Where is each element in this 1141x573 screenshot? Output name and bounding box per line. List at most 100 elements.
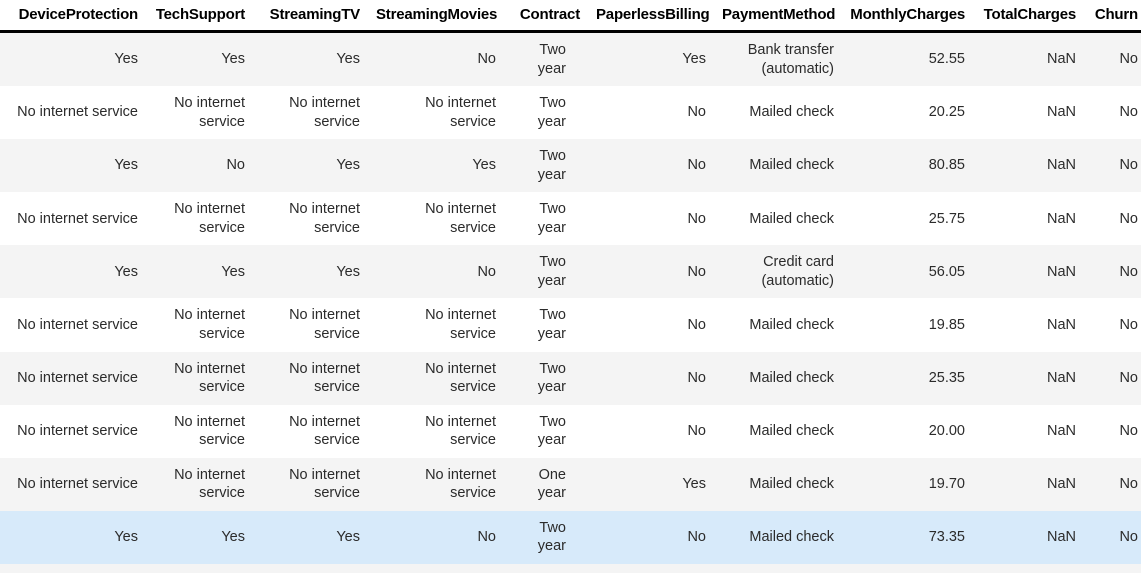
column-header-totalcharges[interactable]: TotalCharges bbox=[973, 0, 1084, 33]
cell-contract: Two year bbox=[504, 510, 588, 564]
cell-paperlessbilling: No bbox=[588, 245, 714, 299]
cell-paperlessbilling: Yes bbox=[588, 563, 714, 573]
cell-paymentmethod: Mailed check bbox=[714, 510, 842, 564]
cell-totalcharges: NaN bbox=[973, 404, 1084, 458]
cell-deviceprotection: No internet service bbox=[0, 457, 146, 511]
cell-deviceprotection: No internet service bbox=[0, 86, 146, 140]
column-header-deviceprotection[interactable]: DeviceProtection bbox=[0, 0, 146, 33]
cell-deviceprotection: No internet service bbox=[0, 298, 146, 352]
cell-streamingtv: No internet service bbox=[253, 86, 368, 140]
table-row[interactable]: No internet service No internet service No… bbox=[0, 404, 1141, 458]
column-header-paperlessbilling[interactable]: PaperlessBilling bbox=[588, 0, 714, 33]
table-row[interactable]: NoYesNoNoTwo yearYesBank transfer (autom… bbox=[0, 563, 1141, 573]
column-header-monthlycharges[interactable]: MonthlyCharges bbox=[842, 0, 973, 33]
table-row[interactable]: No internet service No internet service No… bbox=[0, 457, 1141, 511]
cell-monthlycharges: 61.90 bbox=[842, 563, 973, 573]
cell-paperlessbilling: No bbox=[588, 139, 714, 193]
cell-paymentmethod: Mailed check bbox=[714, 192, 842, 246]
cell-paymentmethod: Mailed check bbox=[714, 139, 842, 193]
column-header-techsupport[interactable]: TechSupport bbox=[146, 0, 253, 33]
table-row[interactable]: Yes Yes Yes No Two year No Credit card (automa… bbox=[0, 245, 1141, 299]
cell-contract: Two year bbox=[504, 404, 588, 458]
column-header-streamingtv[interactable]: StreamingTV bbox=[253, 0, 368, 33]
cell-totalcharges: NaN bbox=[973, 86, 1084, 140]
cell-monthlycharges: 19.85 bbox=[842, 298, 973, 352]
table-row[interactable]: No internet service No internet service No… bbox=[0, 351, 1141, 405]
table-row[interactable]: No internet service No internet service No… bbox=[0, 192, 1141, 246]
cell-streamingtv: No internet service bbox=[253, 192, 368, 246]
cell-streamingmovies: No bbox=[368, 563, 504, 573]
cell-streamingmovies: No internet service bbox=[368, 192, 504, 246]
cell-streamingtv: No internet service bbox=[253, 298, 368, 352]
cell-totalcharges: NaN bbox=[973, 351, 1084, 405]
cell-paymentmethod: Mailed check bbox=[714, 404, 842, 458]
cell-monthlycharges: 19.70 bbox=[842, 457, 973, 511]
table-row[interactable]: No internet service No internet service No… bbox=[0, 86, 1141, 140]
cell-paymentmethod: Bank transfer (automatic) bbox=[714, 563, 842, 573]
cell-monthlycharges: 73.35 bbox=[842, 510, 973, 564]
cell-contract: Two year bbox=[504, 31, 588, 87]
cell-streamingtv: Yes bbox=[253, 510, 368, 564]
column-header-paymentmethod[interactable]: PaymentMethod bbox=[714, 0, 842, 33]
cell-streamingtv: No internet service bbox=[253, 457, 368, 511]
cell-paperlessbilling: Yes bbox=[588, 31, 714, 87]
table-row[interactable]: Yes No Yes Yes Two year No Mailed check 80.85 Na… bbox=[0, 139, 1141, 193]
cell-contract: Two year bbox=[504, 351, 588, 405]
cell-churn: No bbox=[1084, 298, 1141, 352]
cell-churn: No bbox=[1084, 351, 1141, 405]
cell-streamingmovies: No internet service bbox=[368, 298, 504, 352]
cell-paperlessbilling: No bbox=[588, 86, 714, 140]
cell-streamingmovies: No bbox=[368, 245, 504, 299]
table-body: Yes Yes Yes No Two year Yes Bank transfer (aut… bbox=[0, 31, 1141, 573]
cell-paperlessbilling: No bbox=[588, 351, 714, 405]
cell-contract: Two year bbox=[504, 139, 588, 193]
cell-churn: No bbox=[1084, 245, 1141, 299]
cell-totalcharges: NaN bbox=[973, 298, 1084, 352]
cell-techsupport: No internet service bbox=[146, 457, 253, 511]
cell-paymentmethod: Mailed check bbox=[714, 86, 842, 140]
cell-churn: No bbox=[1084, 31, 1141, 87]
dataframe-table-container[interactable]: DeviceProtection TechSupport StreamingTV… bbox=[0, 0, 1141, 573]
cell-streamingtv: Yes bbox=[253, 245, 368, 299]
cell-techsupport: No internet service bbox=[146, 298, 253, 352]
cell-contract: Two year bbox=[504, 86, 588, 140]
column-header-contract[interactable]: Contract bbox=[504, 0, 588, 33]
cell-paperlessbilling: No bbox=[588, 298, 714, 352]
cell-contract: Two year bbox=[504, 563, 588, 573]
cell-deviceprotection: Yes bbox=[0, 245, 146, 299]
cell-paperlessbilling: Yes bbox=[588, 457, 714, 511]
cell-monthlycharges: 52.55 bbox=[842, 31, 973, 87]
cell-totalcharges: NaN bbox=[973, 510, 1084, 564]
column-header-streamingmovies[interactable]: StreamingMovies bbox=[368, 0, 504, 33]
cell-techsupport: No internet service bbox=[146, 86, 253, 140]
cell-deviceprotection: Yes bbox=[0, 31, 146, 87]
cell-techsupport: No internet service bbox=[146, 192, 253, 246]
cell-monthlycharges: 20.25 bbox=[842, 86, 973, 140]
cell-churn: No bbox=[1084, 86, 1141, 140]
cell-streamingmovies: No internet service bbox=[368, 351, 504, 405]
cell-streamingmovies: No bbox=[368, 31, 504, 87]
table-header-row: DeviceProtection TechSupport StreamingTV… bbox=[0, 0, 1141, 33]
cell-monthlycharges: 25.35 bbox=[842, 351, 973, 405]
cell-techsupport: Yes bbox=[146, 510, 253, 564]
dataframe-table: DeviceProtection TechSupport StreamingTV… bbox=[0, 0, 1141, 573]
cell-streamingmovies: No internet service bbox=[368, 404, 504, 458]
table-row[interactable]: Yes Yes Yes No Two year No Mailed check 73.35 Na… bbox=[0, 510, 1141, 564]
cell-totalcharges: NaN bbox=[973, 457, 1084, 511]
cell-churn: No bbox=[1084, 563, 1141, 573]
column-header-churn[interactable]: Churn bbox=[1084, 0, 1141, 33]
cell-paperlessbilling: No bbox=[588, 192, 714, 246]
cell-paperlessbilling: No bbox=[588, 510, 714, 564]
cell-deviceprotection: Yes bbox=[0, 510, 146, 564]
cell-streamingmovies: No internet service bbox=[368, 86, 504, 140]
table-row[interactable]: No internet service No internet service No… bbox=[0, 298, 1141, 352]
cell-contract: One year bbox=[504, 457, 588, 511]
cell-streamingmovies: No bbox=[368, 510, 504, 564]
cell-monthlycharges: 80.85 bbox=[842, 139, 973, 193]
table-row[interactable]: Yes Yes Yes No Two year Yes Bank transfer (aut… bbox=[0, 31, 1141, 87]
cell-paymentmethod: Mailed check bbox=[714, 298, 842, 352]
cell-paymentmethod: Mailed check bbox=[714, 351, 842, 405]
table-header: DeviceProtection TechSupport StreamingTV… bbox=[0, 0, 1141, 33]
cell-totalcharges: NaN bbox=[973, 192, 1084, 246]
cell-deviceprotection: No internet service bbox=[0, 404, 146, 458]
